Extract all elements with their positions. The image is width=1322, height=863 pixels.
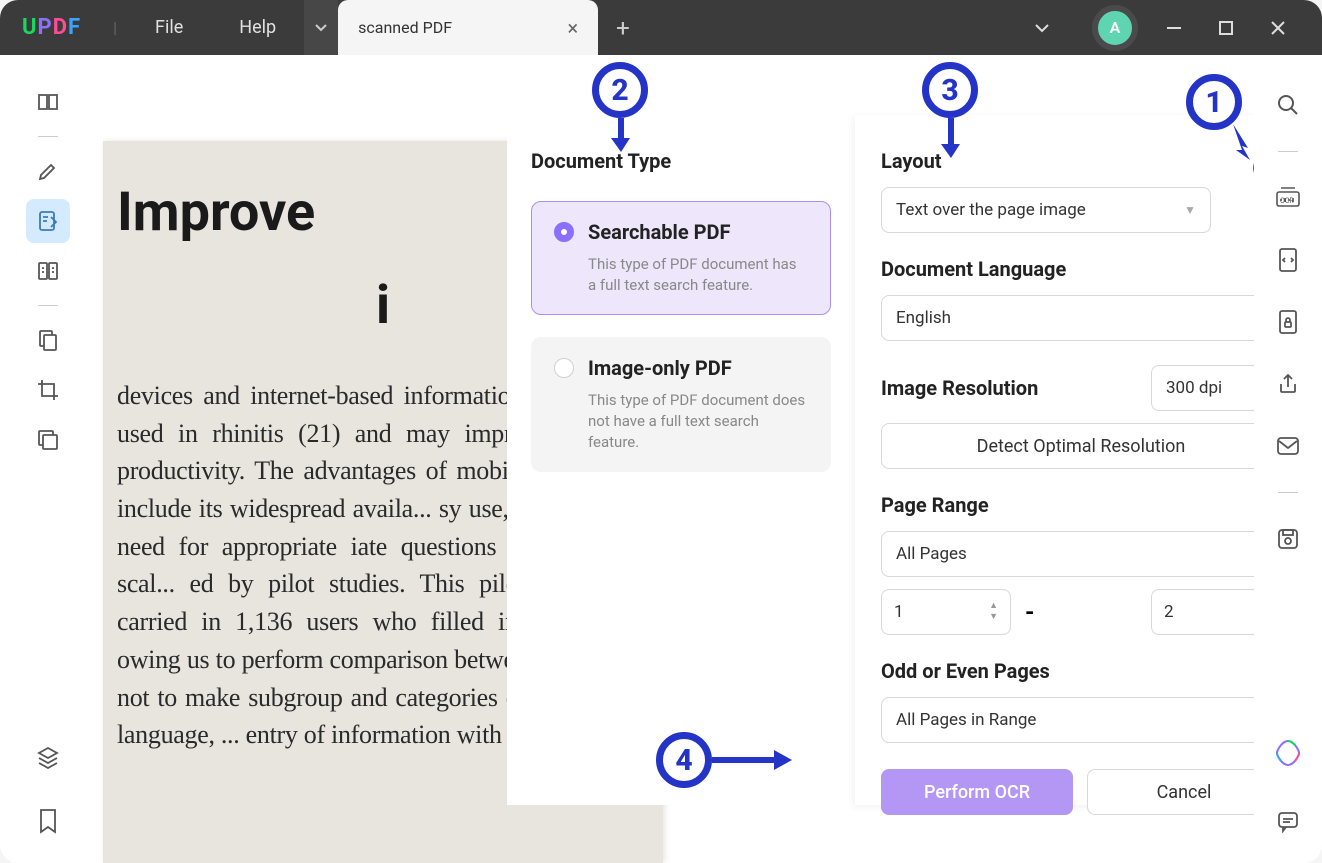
odd-even-label: Odd or Even Pages [881, 659, 1254, 683]
annotation-4-arrow [712, 750, 794, 774]
titlebar: UPDF | File Help scanned PDF × + A [0, 0, 1322, 55]
layout-select[interactable]: Text over the page image▼ [881, 187, 1211, 233]
language-label: Document Language [881, 257, 1254, 281]
cancel-button[interactable]: Cancel [1087, 769, 1254, 815]
annotation-2: 2 [592, 62, 648, 118]
layers-icon[interactable] [26, 735, 70, 779]
highlighter-icon[interactable] [26, 149, 70, 193]
imageonly-title: Image-only PDF [588, 356, 732, 380]
layout-label: Layout [881, 149, 942, 173]
searchable-pdf-option[interactable]: Searchable PDF This type of PDF document… [531, 201, 831, 315]
email-icon[interactable] [1266, 424, 1310, 468]
menu-help[interactable]: Help [211, 17, 304, 38]
organize-icon[interactable] [26, 318, 70, 362]
ocr-settings-panel: Layout ? Text over the page image▼ Docum… [855, 115, 1254, 805]
imageonly-desc: This type of PDF document does not have … [588, 390, 808, 453]
annotation-4: 4 [656, 732, 712, 788]
searchable-title: Searchable PDF [588, 220, 730, 244]
page-to-input[interactable]: 2 ▲▼ [1151, 589, 1254, 635]
detect-resolution-button[interactable]: Detect Optimal Resolution [881, 423, 1254, 469]
image-only-pdf-option[interactable]: Image-only PDF This type of PDF document… [531, 337, 831, 472]
tab-dropdown[interactable] [304, 0, 338, 55]
close-button[interactable] [1254, 4, 1302, 52]
app-logo: UPDF [22, 15, 81, 40]
page-range-select[interactable]: All Pages▼ [881, 531, 1254, 577]
gear-icon[interactable] [1251, 195, 1254, 225]
window-dropdown[interactable] [1018, 4, 1066, 52]
ai-icon[interactable] [1266, 731, 1310, 775]
search-icon[interactable] [1266, 83, 1310, 127]
maximize-button[interactable] [1202, 4, 1250, 52]
menu-file[interactable]: File [127, 17, 211, 38]
right-toolbar: OCR [1254, 55, 1322, 863]
resolution-select[interactable]: 300 dpi▼ [1151, 365, 1254, 411]
convert-icon[interactable] [1266, 238, 1310, 282]
page-range-label: Page Range [881, 493, 1254, 517]
radio-empty-icon [554, 358, 574, 378]
add-tab-button[interactable]: + [616, 14, 630, 42]
annotation-3: 3 [922, 62, 978, 118]
annotation-1-arrow [1228, 124, 1258, 168]
range-dash: - [1025, 598, 1034, 626]
ocr-icon[interactable]: OCR [1266, 176, 1310, 220]
save-icon[interactable] [1266, 517, 1310, 561]
tab-title: scanned PDF [358, 18, 452, 37]
reader-icon[interactable] [26, 80, 70, 124]
svg-text:OCR: OCR [1280, 197, 1294, 205]
protect-icon[interactable] [1266, 300, 1310, 344]
odd-even-select[interactable]: All Pages in Range▼ [881, 697, 1254, 743]
user-avatar[interactable]: A [1092, 5, 1138, 51]
compare-icon[interactable] [26, 249, 70, 293]
separator: | [113, 18, 117, 37]
edit-icon[interactable] [26, 199, 70, 243]
left-toolbar [0, 55, 95, 863]
tab-active[interactable]: scanned PDF × [338, 0, 598, 55]
annotation-3-arrow [941, 118, 961, 164]
minimize-button[interactable] [1150, 4, 1198, 52]
document-type-panel: Document Type Searchable PDF This type o… [507, 115, 855, 805]
annotation-2-arrow [611, 118, 631, 158]
crop-icon[interactable] [26, 368, 70, 412]
searchable-desc: This type of PDF document has a full tex… [588, 254, 808, 296]
batch-icon[interactable] [26, 418, 70, 462]
tab-close-icon[interactable]: × [567, 16, 578, 40]
comment-icon[interactable] [1266, 799, 1310, 843]
page-from-input[interactable]: 1 ▲▼ [881, 589, 1011, 635]
resolution-label: Image Resolution [881, 376, 1038, 400]
perform-ocr-button[interactable]: Perform OCR [881, 769, 1073, 815]
annotation-1: 1 [1186, 74, 1242, 130]
document-type-heading: Document Type [531, 149, 831, 173]
radio-selected-icon [554, 222, 574, 242]
bookmark-icon[interactable] [26, 799, 70, 843]
language-select[interactable]: English▼ [881, 295, 1254, 341]
share-icon[interactable] [1266, 362, 1310, 406]
